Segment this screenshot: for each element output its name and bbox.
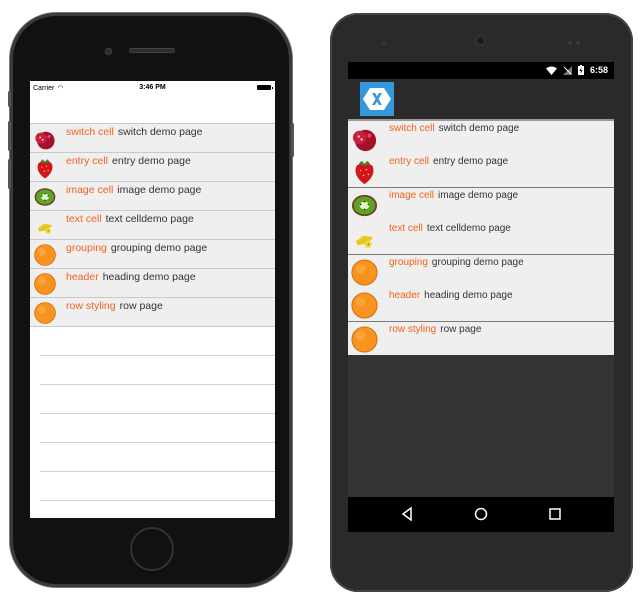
list-item[interactable]: header heading demo page bbox=[30, 269, 275, 298]
sensor-dot bbox=[576, 41, 580, 45]
earpiece-speaker bbox=[129, 48, 175, 53]
volume-up-button bbox=[8, 121, 11, 151]
app-logo[interactable] bbox=[360, 82, 394, 116]
cell-title: image cell bbox=[66, 184, 114, 196]
empty-row bbox=[40, 327, 275, 356]
cell-detail: grouping demo page bbox=[431, 257, 524, 268]
list-item[interactable]: text cell text celldemo page bbox=[348, 221, 614, 255]
sensor-dot bbox=[382, 41, 386, 45]
cell-title: image cell bbox=[389, 190, 435, 201]
list-item[interactable]: switch cell switch demo page bbox=[348, 121, 614, 154]
list-item[interactable]: text cell text celldemo page bbox=[30, 211, 275, 240]
empty-row bbox=[40, 472, 275, 501]
orange-icon bbox=[350, 291, 379, 320]
cell-title: row styling bbox=[389, 324, 437, 335]
list-item[interactable]: image cell image demo page bbox=[30, 182, 275, 211]
list-item[interactable]: entry cell entry demo page bbox=[348, 154, 614, 188]
strawberry-icon bbox=[33, 156, 57, 180]
list-item[interactable]: header heading demo page bbox=[348, 288, 614, 322]
android-list-view: switch cell switch demo page entry cell en… bbox=[348, 119, 614, 355]
orange-icon bbox=[33, 301, 57, 325]
android-status-bar: 6:58 bbox=[348, 62, 614, 79]
empty-row bbox=[40, 443, 275, 472]
orange-icon bbox=[350, 325, 379, 354]
mute-switch bbox=[8, 91, 11, 107]
android-device: 6:58 switch cell switch demo page entry c… bbox=[330, 13, 633, 592]
back-icon[interactable] bbox=[400, 507, 414, 521]
front-camera bbox=[475, 35, 486, 46]
starfruit-icon bbox=[350, 224, 379, 253]
list-item[interactable]: switch cell switch demo page bbox=[30, 124, 275, 153]
ios-nav-bar bbox=[30, 95, 275, 124]
kiwi-icon bbox=[33, 185, 57, 209]
list-item[interactable]: image cell image demo page bbox=[348, 188, 614, 221]
cell-title: switch cell bbox=[66, 126, 114, 138]
cell-detail: entry demo page bbox=[433, 156, 509, 167]
cell-detail: entry demo page bbox=[112, 155, 191, 167]
android-app-bar bbox=[348, 79, 614, 119]
cell-title: text cell bbox=[389, 223, 423, 234]
cell-detail: text celldemo page bbox=[426, 223, 511, 234]
ios-status-bar: Carrier ◠ 3:46 PM bbox=[30, 81, 275, 95]
orange-icon bbox=[33, 272, 57, 296]
starfruit-icon bbox=[33, 214, 57, 238]
home-icon[interactable] bbox=[474, 507, 488, 521]
orange-icon bbox=[350, 258, 379, 287]
xamarin-logo-icon bbox=[363, 88, 391, 110]
pomegranate-icon bbox=[33, 127, 57, 151]
cell-detail: switch demo page bbox=[117, 126, 203, 138]
recents-icon[interactable] bbox=[548, 507, 562, 521]
volume-down-button bbox=[8, 159, 11, 189]
ios-screen: Carrier ◠ 3:46 PM switch cell switch demo … bbox=[30, 81, 275, 518]
strawberry-icon bbox=[350, 157, 379, 186]
pomegranate-icon bbox=[350, 124, 379, 153]
kiwi-icon bbox=[350, 191, 379, 220]
cell-detail: image demo page bbox=[438, 190, 519, 201]
power-button bbox=[291, 123, 294, 157]
list-item[interactable]: row styling row page bbox=[348, 322, 614, 355]
cell-title: switch cell bbox=[389, 123, 435, 134]
sensor-dot bbox=[568, 41, 572, 45]
list-item[interactable]: row styling row page bbox=[30, 298, 275, 327]
cell-title: header bbox=[389, 290, 421, 301]
cell-detail: switch demo page bbox=[438, 123, 520, 134]
cell-title: entry cell bbox=[66, 155, 109, 167]
front-camera bbox=[105, 48, 112, 55]
cell-title: text cell bbox=[66, 213, 102, 225]
wifi-icon bbox=[545, 66, 557, 75]
cell-title: entry cell bbox=[389, 156, 430, 167]
home-button[interactable] bbox=[130, 527, 174, 571]
list-item[interactable]: grouping grouping demo page bbox=[348, 255, 614, 288]
iphone-device: Carrier ◠ 3:46 PM switch cell switch demo … bbox=[8, 13, 294, 587]
cell-title: header bbox=[66, 271, 99, 283]
list-item[interactable]: entry cell entry demo page bbox=[30, 153, 275, 182]
cell-detail: image demo page bbox=[117, 184, 202, 196]
cell-detail: heading demo page bbox=[424, 290, 513, 301]
cell-detail: row page bbox=[119, 300, 163, 312]
cell-detail: text celldemo page bbox=[105, 213, 194, 225]
cell-detail: grouping demo page bbox=[110, 242, 208, 254]
android-screen: 6:58 switch cell switch demo page entry c… bbox=[348, 62, 614, 532]
empty-row bbox=[40, 385, 275, 414]
android-clock: 6:58 bbox=[589, 65, 608, 75]
battery-charging-icon bbox=[577, 65, 584, 75]
no-signal-icon bbox=[562, 65, 572, 75]
cell-title: grouping bbox=[389, 257, 428, 268]
cell-title: grouping bbox=[66, 242, 107, 254]
cell-detail: heading demo page bbox=[102, 271, 196, 283]
empty-row bbox=[40, 356, 275, 385]
android-navigation-bar bbox=[348, 497, 614, 532]
ios-table-view: switch cell switch demo page entry cell en… bbox=[30, 124, 275, 327]
ios-clock: 3:46 PM bbox=[139, 84, 166, 91]
cell-detail: row page bbox=[440, 324, 482, 335]
orange-icon bbox=[33, 243, 57, 267]
cell-title: row styling bbox=[66, 300, 116, 312]
list-item[interactable]: grouping grouping demo page bbox=[30, 240, 275, 269]
battery-icon bbox=[257, 85, 273, 90]
empty-row bbox=[40, 414, 275, 443]
